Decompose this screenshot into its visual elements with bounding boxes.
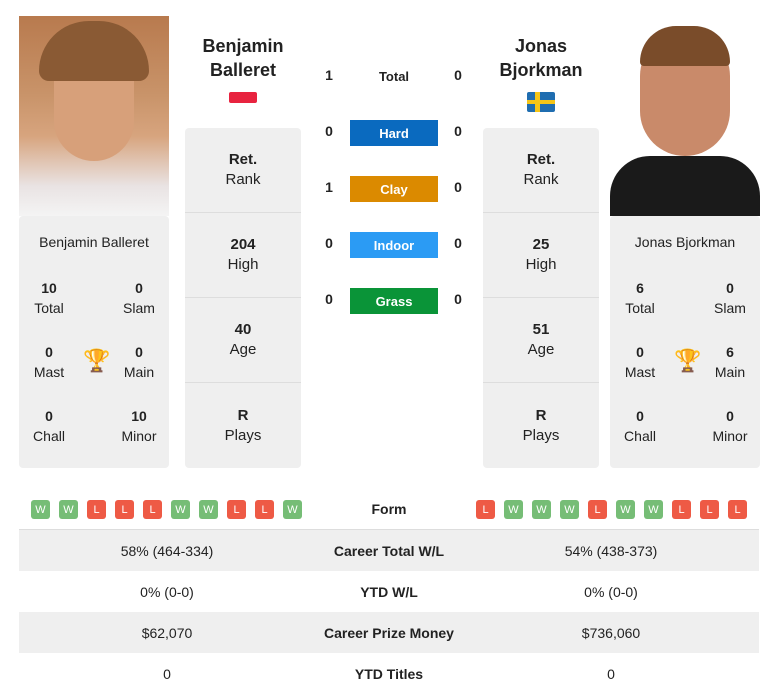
p2-main: 6 Main xyxy=(714,344,746,380)
form-badge[interactable]: L xyxy=(476,500,495,519)
row-ytd-titles: 0 YTD Titles 0 xyxy=(163,665,615,682)
form-badge[interactable]: W xyxy=(616,500,635,519)
form-badge[interactable]: W xyxy=(199,500,218,519)
h2h-hard-p2: 0 xyxy=(454,123,462,139)
row-ytd-wl: 0% (0-0) YTD W/L 0% (0-0) xyxy=(140,583,638,600)
form-badge[interactable]: L xyxy=(227,500,246,519)
h2h-grass-p2: 0 xyxy=(454,291,462,307)
p2-slam: 0 Slam xyxy=(714,280,746,316)
form-badge[interactable]: L xyxy=(87,500,106,519)
row-career-prize-money: $62,070 Career Prize Money $736,060 xyxy=(19,612,759,653)
h2h-indoor-p1: 0 xyxy=(325,235,333,251)
player1-photo xyxy=(19,16,169,216)
surface-grass: Grass xyxy=(350,288,438,314)
player2-name: Jonas Bjorkman xyxy=(634,234,736,250)
p2-total: 6 Total xyxy=(625,280,655,316)
p1-mast: 0 Mast xyxy=(33,344,65,380)
form-badge[interactable]: L xyxy=(143,500,162,519)
flag-icon xyxy=(229,92,257,103)
h2h-total-p1: 1 xyxy=(325,67,333,83)
form-badge[interactable]: W xyxy=(59,500,78,519)
form-badge[interactable]: L xyxy=(588,500,607,519)
form-badge[interactable]: L xyxy=(255,500,274,519)
h2h-indoor-p2: 0 xyxy=(454,235,462,251)
player1-name: Benjamin Balleret xyxy=(39,234,149,250)
form-badge[interactable]: L xyxy=(728,500,747,519)
p2-chall: 0 Chall xyxy=(624,408,656,444)
player1-stats: Ret. Rank 204 High 40 Age R Plays xyxy=(185,128,301,468)
p2-minor: 0 Minor xyxy=(712,408,748,444)
player2-stats: Ret. Rank 25 High 51 Age R Plays xyxy=(483,128,599,468)
form-badge[interactable]: W xyxy=(171,500,190,519)
p1-main: 0 Main xyxy=(123,344,155,380)
p1-chall: 0 Chall xyxy=(33,408,65,444)
h2h-total-p2: 0 xyxy=(454,67,462,83)
h2h-clay-p1: 1 xyxy=(325,179,333,195)
player2-photo xyxy=(610,16,760,216)
row-career-total-wl: 58% (464-334) Career Total W/L 54% (438-37… xyxy=(19,530,759,571)
surface-hard: Hard xyxy=(350,120,438,146)
trophy-icon: 🏆 xyxy=(83,348,111,373)
surface-clay: Clay xyxy=(350,176,438,202)
player2-form: LWWWLWWLLL xyxy=(476,500,747,519)
h2h-hard-p1: 0 xyxy=(325,123,333,139)
p2-mast: 0 Mast xyxy=(624,344,656,380)
form-badge[interactable]: W xyxy=(504,500,523,519)
form-badge[interactable]: W xyxy=(644,500,663,519)
h2h-clay-p2: 0 xyxy=(454,179,462,195)
h2h-grass-p1: 0 xyxy=(325,291,333,307)
player2-heading[interactable]: Jonas Bjorkman xyxy=(471,34,611,82)
p1-slam: 0 Slam xyxy=(123,280,155,316)
trophy-icon: 🏆 xyxy=(674,348,702,373)
sweden-flag-icon xyxy=(527,92,555,112)
form-badge[interactable]: W xyxy=(532,500,551,519)
p1-total: 10 Total xyxy=(34,280,64,316)
form-badge[interactable]: L xyxy=(115,500,134,519)
player1-heading[interactable]: Benjamin Balleret xyxy=(173,34,313,82)
p1-minor: 10 Minor xyxy=(121,408,157,444)
form-badge[interactable]: W xyxy=(31,500,50,519)
player2-card: Jonas Bjorkman 6 Total 0 Slam 0 Mast 🏆 6 Mai… xyxy=(610,216,760,468)
player1-card: Benjamin Balleret 10 Total 0 Slam 0 Mast 🏆 … xyxy=(19,216,169,468)
form-badge[interactable]: W xyxy=(560,500,579,519)
h2h-total-label: Total xyxy=(378,69,410,84)
surface-indoor: Indoor xyxy=(350,232,438,258)
form-badge[interactable]: W xyxy=(283,500,302,519)
form-badge[interactable]: L xyxy=(672,500,691,519)
form-badge[interactable]: L xyxy=(700,500,719,519)
player1-form: WWLLLWWLLW xyxy=(31,500,302,519)
form-label: Form xyxy=(371,501,407,517)
